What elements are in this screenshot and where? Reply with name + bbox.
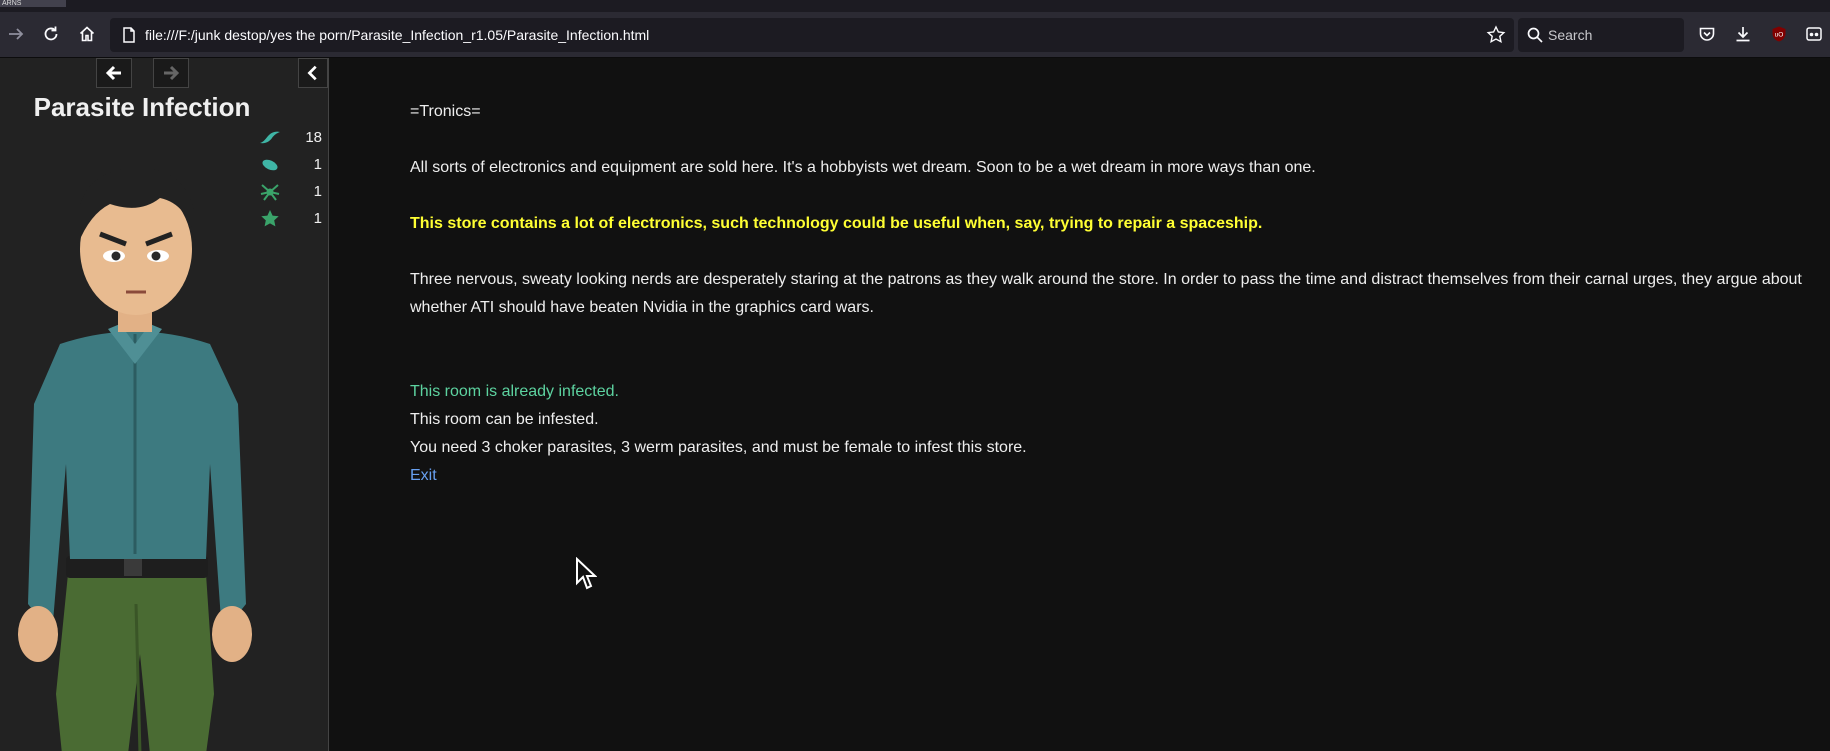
story-title: Parasite Infection (33, 92, 251, 122)
stat-value: 1 (313, 210, 322, 227)
reload-icon (44, 26, 58, 41)
stat-value: 1 (313, 156, 322, 173)
pocket-button[interactable] (1693, 20, 1721, 48)
room-status: This room is already infected. This room… (410, 378, 1810, 490)
url-text[interactable]: file:///F:/junk destop/yes the porn/Para… (145, 18, 649, 52)
chevron-left-icon (307, 65, 317, 81)
extension-icon (1806, 27, 1822, 41)
stat-value: 18 (305, 129, 322, 146)
downloads-button[interactable] (1729, 20, 1757, 48)
story-passage: =Tronics= All sorts of electronics and e… (410, 98, 1810, 490)
home-icon (79, 26, 95, 42)
browser-toolbar: file:///F:/junk destop/yes the porn/Para… (0, 12, 1830, 58)
story-sidebar: Parasite Infection 18 1 1 1 (0, 58, 329, 751)
player-portrait (18, 167, 252, 751)
infected-status: This room is already infected. (410, 383, 619, 400)
search-box[interactable] (1518, 18, 1684, 52)
room-description: All sorts of electronics and equipment a… (410, 159, 1316, 176)
sidebar-collapse-button[interactable] (298, 58, 328, 88)
svg-text:uO: uO (1775, 32, 1784, 39)
room-heading: =Tronics= (410, 103, 481, 120)
arrow-left-icon (105, 65, 121, 81)
ublock-button[interactable]: uO (1765, 20, 1793, 48)
search-icon (1527, 27, 1543, 43)
arrow-right-icon (164, 65, 180, 81)
page-icon (123, 27, 135, 43)
download-icon (1736, 27, 1750, 42)
browser-tab[interactable]: ARNS (0, 0, 66, 7)
mouse-cursor-icon (576, 557, 597, 590)
infest-requirements: You need 3 choker parasites, 3 werm para… (410, 439, 1027, 456)
tab-strip: ARNS (0, 0, 1830, 12)
search-input[interactable] (1548, 18, 1678, 52)
room-hint: This store contains a lot of electronics… (410, 215, 1263, 232)
arrow-right-icon (9, 28, 24, 40)
extension-button[interactable] (1800, 20, 1828, 48)
history-forward-button[interactable] (153, 58, 189, 88)
room-nerds-description: Three nervous, sweaty looking nerds are … (410, 271, 1802, 316)
infest-status: This room can be infested. (410, 411, 599, 428)
stat-value: 1 (313, 183, 322, 200)
exit-link[interactable]: Exit (410, 467, 437, 484)
ublock-origin-icon: uO (1772, 26, 1786, 42)
reload-button[interactable] (37, 20, 65, 48)
history-back-button[interactable] (96, 58, 132, 88)
bookmark-star-icon[interactable] (1486, 25, 1506, 45)
forward-button[interactable] (2, 20, 30, 48)
url-bar[interactable]: file:///F:/junk destop/yes the porn/Para… (110, 18, 1514, 52)
home-button[interactable] (73, 20, 101, 48)
pocket-icon (1699, 27, 1715, 41)
